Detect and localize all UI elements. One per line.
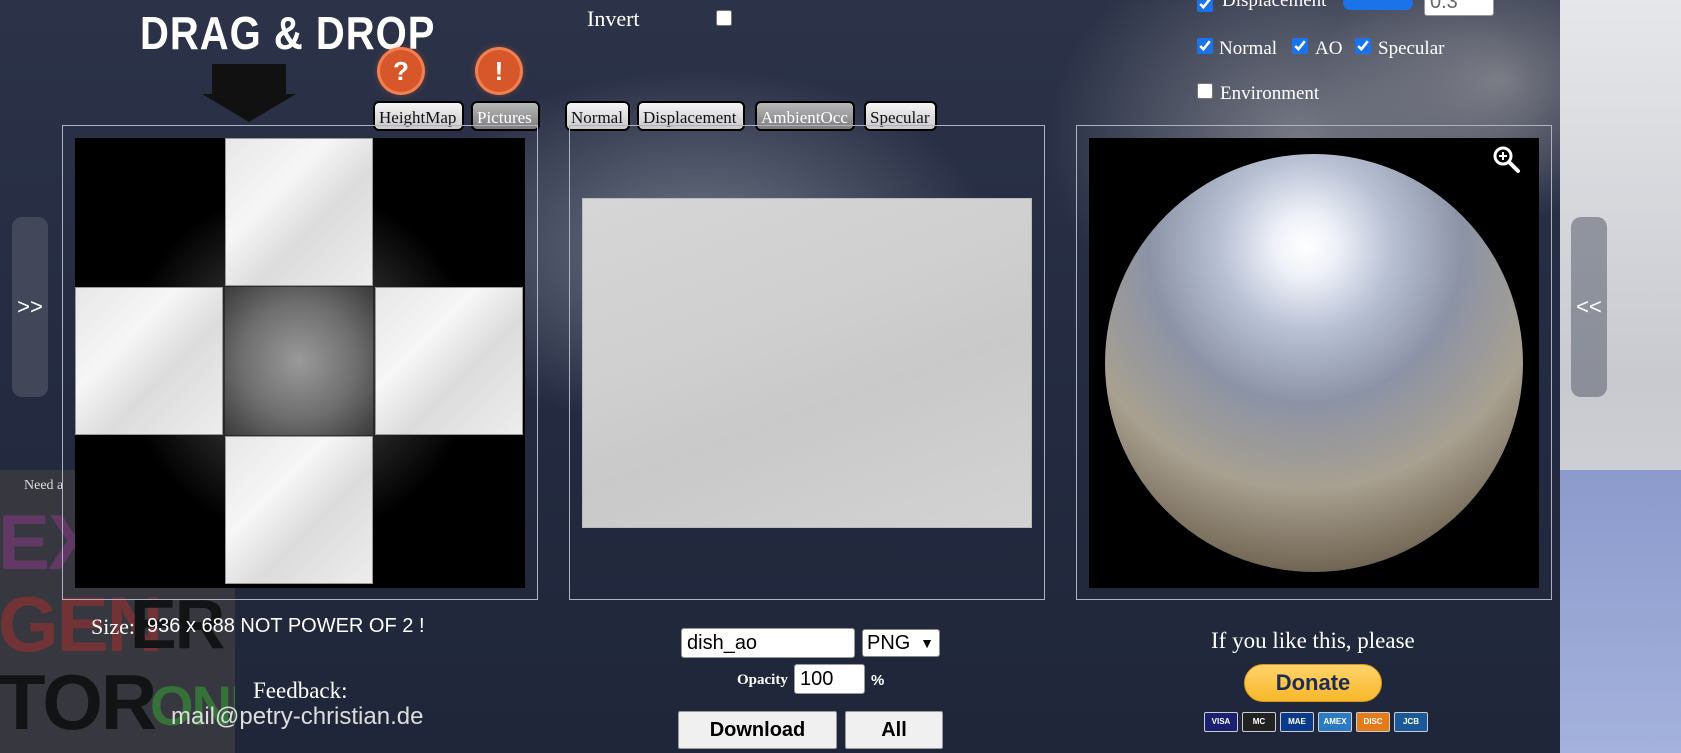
chevron-down-icon: ▼ <box>920 635 934 651</box>
opacity-input[interactable] <box>794 664 865 694</box>
invert-checkbox[interactable] <box>716 10 732 26</box>
texture-tile <box>225 138 373 286</box>
3d-preview-canvas[interactable] <box>1089 138 1539 588</box>
ao-checkbox[interactable] <box>1292 38 1308 54</box>
normal-label: Normal <box>1219 38 1278 59</box>
donate-text: If you like this, please <box>1211 628 1415 653</box>
specular-label: Specular <box>1378 38 1445 59</box>
environment-label: Environment <box>1220 83 1320 104</box>
format-select-value: PNG <box>867 632 911 654</box>
feedback-label: Feedback: <box>253 678 348 703</box>
displacement-slider[interactable] <box>1343 0 1413 10</box>
opacity-label: Opacity <box>737 672 788 688</box>
payment-cards: VISA MC MAE AMEX DISC JCB <box>1204 712 1428 732</box>
background-sky <box>1560 470 1681 753</box>
size-value: 936 x 688 NOT POWER OF 2 ! <box>147 615 425 637</box>
drop-arrow-head-icon <box>202 94 296 122</box>
visa-card-icon: VISA <box>1204 712 1238 732</box>
ao-preview-image <box>582 198 1032 528</box>
texture-tile-center <box>225 287 373 435</box>
info-icon[interactable]: ! <box>478 50 520 92</box>
displacement-label: Displacement <box>1222 0 1327 11</box>
displacement-value-input[interactable] <box>1424 0 1494 16</box>
amex-icon: AMEX <box>1318 712 1352 732</box>
size-label: Size: <box>91 614 135 639</box>
environment-checkbox[interactable] <box>1197 83 1213 99</box>
material-sphere <box>1105 154 1523 572</box>
texture-tile <box>375 287 523 435</box>
specular-checkbox[interactable] <box>1355 38 1371 54</box>
prev-step-button[interactable]: << <box>1571 217 1607 397</box>
download-all-button[interactable]: All <box>845 711 943 749</box>
help-icon[interactable]: ? <box>380 50 422 92</box>
next-step-button[interactable]: >> <box>12 217 48 397</box>
download-button[interactable]: Download <box>678 711 837 749</box>
banner-text: TOR <box>0 658 157 746</box>
texture-tile <box>75 287 223 435</box>
maestro-icon: MAE <box>1280 712 1314 732</box>
heightmap-canvas[interactable] <box>75 138 525 588</box>
need-text: Need a <box>24 478 64 493</box>
percent-label: % <box>871 672 885 689</box>
feedback-email-link[interactable]: mail@petry-christian.de <box>171 703 423 731</box>
donate-button[interactable]: Donate <box>1244 664 1382 702</box>
invert-label: Invert <box>587 6 640 31</box>
texture-tile <box>225 436 373 584</box>
drop-arrow-icon <box>212 64 286 94</box>
zoom-in-icon[interactable] <box>1491 144 1521 174</box>
format-select[interactable]: PNG ▼ <box>862 629 940 657</box>
jcb-icon: JCB <box>1394 712 1428 732</box>
ao-label: AO <box>1315 38 1343 59</box>
filename-input[interactable] <box>681 628 855 658</box>
mastercard-icon: MC <box>1242 712 1276 732</box>
displacement-checkbox[interactable] <box>1197 0 1213 12</box>
discover-icon: DISC <box>1356 712 1390 732</box>
normal-checkbox[interactable] <box>1197 38 1213 54</box>
